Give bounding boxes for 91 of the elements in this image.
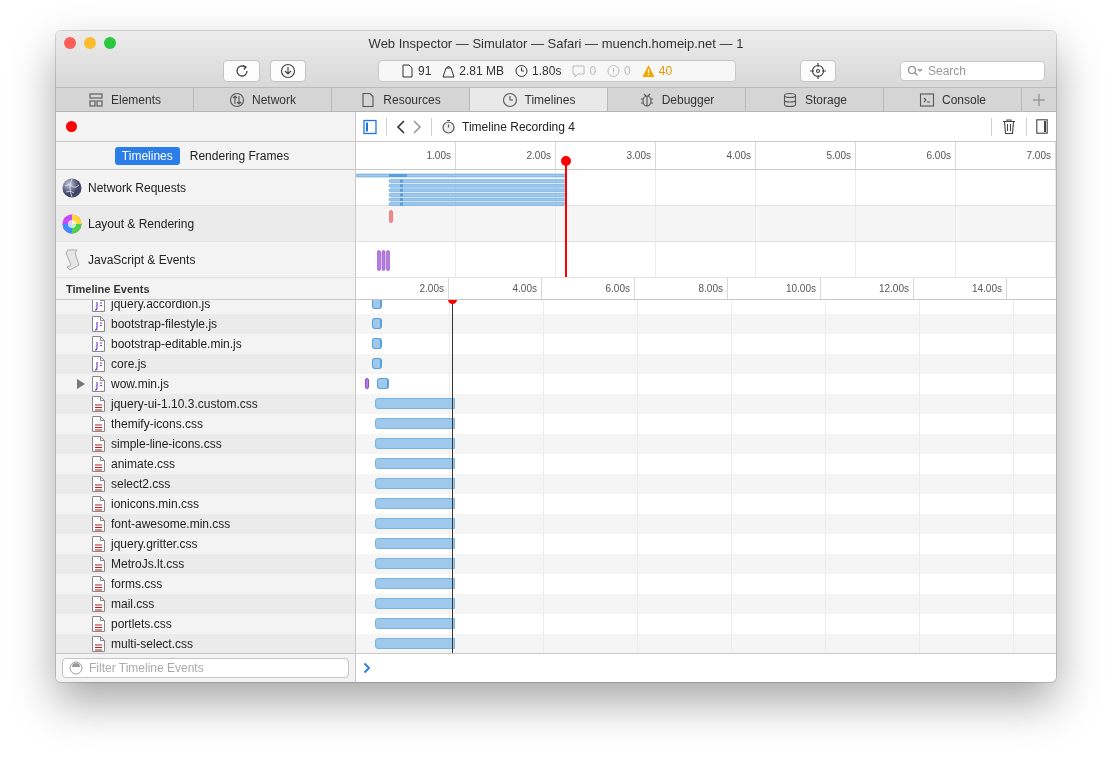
mode-tab[interactable]: Timelines xyxy=(114,146,180,165)
close-window-button[interactable] xyxy=(64,37,76,49)
tab[interactable]: Timelines xyxy=(470,88,608,111)
time-tick-label: 1.00s xyxy=(356,142,456,169)
time-tick-label: 4.00s xyxy=(449,278,542,299)
database-icon xyxy=(782,91,798,108)
stylesheet-file-icon xyxy=(92,396,105,412)
time-tick-label: 7.00s xyxy=(956,142,1056,169)
document-icon xyxy=(401,64,414,78)
filter-field[interactable]: Filter Timeline Events xyxy=(62,658,349,678)
stylesheet-file-icon xyxy=(92,436,105,452)
download-button[interactable] xyxy=(270,60,306,82)
script-file-icon xyxy=(92,316,105,332)
tab[interactable]: Elements xyxy=(56,88,194,111)
resource-name[interactable]: animate.css xyxy=(111,457,176,471)
stylesheet-file-icon xyxy=(92,556,105,572)
timeline-label[interactable]: JavaScript & Events xyxy=(88,252,196,267)
resource-name[interactable]: core.js xyxy=(111,357,147,371)
tab[interactable]: Console xyxy=(884,88,1022,111)
exclamation-circle-icon xyxy=(607,64,621,78)
resource-name[interactable]: MetroJs.lt.css xyxy=(111,557,185,571)
reload-icon xyxy=(233,63,250,79)
script-event-bar xyxy=(365,378,369,389)
load-bar xyxy=(372,318,382,329)
details-panel-toggle-icon[interactable] xyxy=(1036,119,1048,134)
resource-name[interactable]: portlets.css xyxy=(111,617,172,631)
disclosure-triangle-icon[interactable] xyxy=(76,379,85,389)
dashboard-item[interactable]: 1.80s xyxy=(515,64,562,78)
resource-name[interactable]: mail.css xyxy=(111,597,155,611)
stylesheet-file-icon xyxy=(92,636,105,652)
globe-icon xyxy=(62,177,82,198)
stylesheet-file-icon xyxy=(92,596,105,612)
time-tick-label: 5.00s xyxy=(756,142,856,169)
resource-name[interactable]: select2.css xyxy=(111,477,171,491)
load-bar xyxy=(372,358,382,369)
time-tick-label: 8.00s xyxy=(635,278,728,299)
stylesheet-file-icon xyxy=(92,516,105,532)
time-tick-label: 2.00s xyxy=(356,278,449,299)
speech-bubble-icon xyxy=(572,64,586,78)
load-bar xyxy=(377,378,389,389)
search-field[interactable]: Search xyxy=(900,61,1045,81)
back-icon[interactable] xyxy=(396,119,406,134)
load-bar xyxy=(372,338,382,349)
tab[interactable]: Debugger xyxy=(608,88,746,111)
section-title: Timeline Events xyxy=(66,282,150,295)
timeline-label[interactable]: Network Requests xyxy=(88,180,187,195)
bug-icon xyxy=(638,91,655,108)
tab[interactable]: Network xyxy=(194,88,332,111)
time-tick-label: 6.00s xyxy=(856,142,956,169)
stylesheet-file-icon xyxy=(92,476,105,492)
sidebar-toggle-icon[interactable] xyxy=(363,118,377,135)
timeline-label[interactable]: Layout & Rendering xyxy=(88,216,195,231)
clock-icon xyxy=(515,64,529,78)
script-events-drawing xyxy=(377,249,390,271)
time-tick-label: 6.00s xyxy=(542,278,635,299)
time-tick-label: 12.00s xyxy=(821,278,914,299)
time-tick-label: 10.00s xyxy=(728,278,821,299)
trash-icon[interactable] xyxy=(1001,118,1017,135)
forward-icon[interactable] xyxy=(412,119,422,134)
download-icon xyxy=(280,63,296,79)
dashboard-item[interactable]: 91 xyxy=(401,64,432,78)
resource-name[interactable]: wow.min.js xyxy=(111,377,169,391)
time-tick-label: 4.00s xyxy=(656,142,756,169)
load-bar xyxy=(372,300,382,309)
plus-icon xyxy=(1032,92,1046,107)
weight-icon xyxy=(442,64,456,78)
recording-title[interactable]: Timeline Recording 4 xyxy=(462,119,575,134)
console-prompt-icon xyxy=(363,662,371,674)
reload-button[interactable] xyxy=(223,60,260,82)
clock-icon xyxy=(501,91,518,108)
arrows-circle-icon xyxy=(229,91,245,108)
color-wheel-icon xyxy=(62,213,82,234)
window-title: Web Inspector — Simulator — Safari — muench.homeip.net — 1 xyxy=(367,35,745,51)
filter-icon xyxy=(69,661,83,675)
layout-event-mark xyxy=(388,209,393,223)
stopwatch-icon xyxy=(441,119,456,134)
time-tick-label: 14.00s xyxy=(914,278,1007,299)
dashboard-item[interactable]: 2.81 MB xyxy=(442,64,505,78)
search-icon xyxy=(907,65,923,77)
resource-name[interactable]: forms.css xyxy=(111,577,163,591)
tab[interactable]: Storage xyxy=(746,88,884,111)
script-file-icon xyxy=(92,356,105,372)
time-tick-label: 2.00s xyxy=(456,142,556,169)
document-icon xyxy=(360,91,377,108)
layout-blocks-icon xyxy=(88,91,104,108)
crosshair-icon xyxy=(809,62,827,80)
mode-tab[interactable]: Rendering Frames xyxy=(182,146,297,165)
warning-icon xyxy=(641,64,655,78)
record-button[interactable] xyxy=(66,121,77,132)
inspect-element-button[interactable] xyxy=(800,60,836,82)
terminal-icon xyxy=(919,91,935,108)
